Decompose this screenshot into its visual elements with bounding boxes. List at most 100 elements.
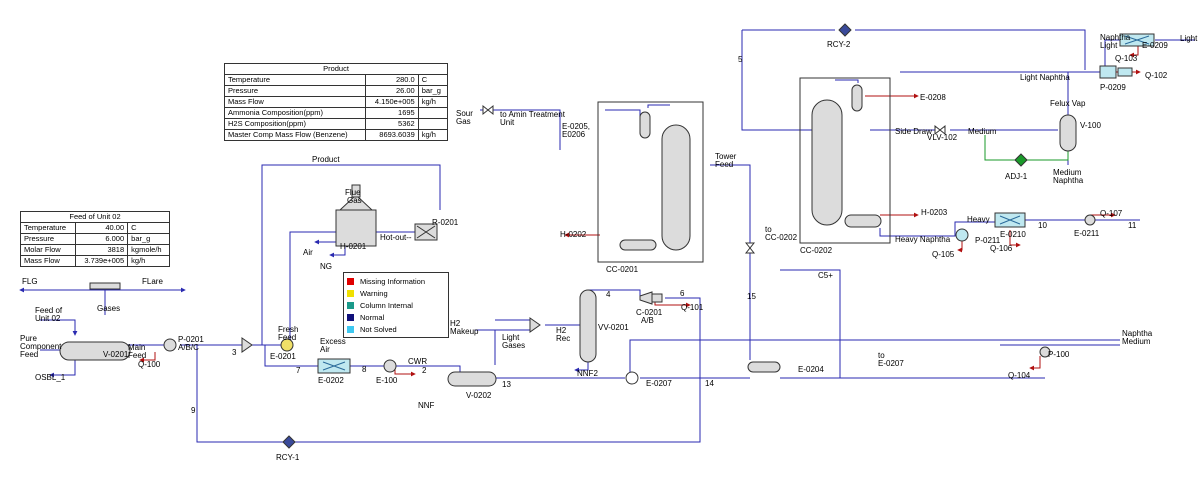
- row-unit: kg/h: [417, 129, 449, 141]
- row-value: 8693.6039: [365, 129, 419, 141]
- label-c0201-2: A/B: [641, 316, 654, 325]
- label-h0203: H-0203: [921, 208, 948, 217]
- label-e0205-2: E0206: [562, 130, 586, 139]
- label-s14: 14: [705, 379, 714, 388]
- label-p0209: P-0209: [1100, 83, 1126, 92]
- row-label: Temperature: [223, 74, 367, 86]
- label-light: Light: [1180, 34, 1198, 43]
- row-unit: kg/h: [127, 255, 170, 267]
- table-row: Master Comp Mass Flow (Benzene) 8693.6039…: [223, 129, 449, 141]
- label-gases: Gases: [97, 304, 120, 313]
- table-row: Mass Flow 3.739e+005 kg/h: [20, 255, 170, 267]
- label-sour-2: Gas: [456, 117, 471, 126]
- label-amin-2: Unit: [500, 118, 515, 127]
- process-flow-diagram: FLG FLare Gases Feed of Unit 02 Pure Com…: [19, 23, 1198, 462]
- label-pure-3: Feed: [20, 350, 38, 359]
- sour-valve: [482, 104, 494, 116]
- row-label: Mass Flow: [223, 96, 367, 108]
- label-q104: Q-104: [1008, 371, 1031, 380]
- label-s3: 3: [232, 348, 237, 357]
- legend-swatch: [347, 313, 354, 321]
- row-unit: bar_g: [417, 85, 449, 97]
- legend-item: Normal: [347, 311, 445, 323]
- row-value: 6.000: [74, 233, 129, 245]
- row-value: 1695: [365, 107, 419, 119]
- label-r0201: R-0201: [432, 218, 459, 227]
- table-row: H2S Composition(ppm) 5362: [223, 118, 449, 130]
- stream-fresh-feed: [289, 231, 340, 340]
- rcy1-recycle: [282, 435, 296, 449]
- label-osbl: OSBL_1: [35, 373, 66, 382]
- label-air: Air: [303, 248, 313, 257]
- row-value: 40.00: [74, 222, 129, 234]
- e0204-exchanger: [747, 361, 781, 373]
- label-s5: 5: [738, 55, 743, 64]
- label-e0208: E-0208: [920, 93, 946, 102]
- label-to-cc-2: CC-0202: [765, 233, 798, 242]
- label-s8: 8: [362, 365, 367, 374]
- label-nnf2: NNF2: [577, 369, 598, 378]
- p0211-pump: [955, 228, 969, 242]
- label-main-feed-2: Feed: [128, 351, 146, 360]
- label-s11: 11: [1128, 221, 1137, 230]
- legend-label: Missing Information: [360, 276, 426, 286]
- row-label: H2S Composition(ppm): [223, 118, 367, 130]
- label-cc0201: CC-0201: [606, 265, 639, 274]
- label-p100: P-100: [1048, 350, 1070, 359]
- label-q101: Q-101: [681, 303, 704, 312]
- label-hot-out: Hot-out--: [380, 233, 412, 242]
- row-value: 3818: [74, 244, 129, 256]
- label-feed-unit02-2: Unit 02: [35, 314, 61, 323]
- label-flare: FLare: [142, 277, 163, 286]
- product-table: Product Temperature 280.0 C Pressure 26.00 b…: [223, 63, 449, 141]
- legend-label: Column Internal: [360, 300, 413, 310]
- label-cwr: CWR: [408, 357, 427, 366]
- label-v0202: V-0202: [466, 391, 492, 400]
- table-row: Temperature 280.0 C: [223, 74, 449, 86]
- label-h2-makeup-2: Makeup: [450, 327, 479, 336]
- row-unit: kgmole/h: [127, 244, 170, 256]
- feed-valve: [744, 242, 756, 254]
- row-unit: C: [417, 74, 449, 86]
- e0207-exchanger: [625, 371, 639, 385]
- rcy2-recycle: [838, 23, 852, 37]
- vv0201-vessel: [579, 289, 597, 363]
- legend-item: Not Solved: [347, 323, 445, 335]
- legend-item: Missing Information: [347, 275, 445, 287]
- label-tower-2: Feed: [715, 160, 733, 169]
- splitter: [529, 317, 541, 333]
- label-s10: 10: [1038, 221, 1047, 230]
- label-flg: FLG: [22, 277, 38, 286]
- label-q106: Q-106: [990, 244, 1013, 253]
- row-label: Molar Flow: [20, 244, 76, 256]
- legend-swatch: [347, 277, 354, 285]
- label-light-naphtha: Light Naphtha: [1020, 73, 1070, 82]
- table-row: Mass Flow 4.150e+005 kg/h: [223, 96, 449, 108]
- stream-to-cc: [780, 269, 841, 379]
- logic-streams: [984, 135, 1069, 161]
- label-e0211: E-0211: [1074, 229, 1100, 238]
- adj1-logic: [1014, 153, 1028, 167]
- label-heavy-naphtha: Heavy Naphtha: [895, 235, 951, 244]
- label-v0201: V-0201: [103, 350, 129, 359]
- legend-label: Not Solved: [360, 324, 397, 334]
- label-vv0201: VV-0201: [598, 323, 629, 332]
- label-q100: Q-100: [138, 360, 161, 369]
- label-e100: E-100: [376, 376, 398, 385]
- row-value: 4.150e+005: [365, 96, 419, 108]
- label-s6: 6: [680, 289, 685, 298]
- label-e0210: E-0210: [1000, 230, 1026, 239]
- label-flue-2: Gas: [347, 196, 362, 205]
- label-to-e0207-2: E-0207: [878, 359, 904, 368]
- label-excess-2: Air: [320, 345, 330, 354]
- label-q107: Q-107: [1100, 209, 1123, 218]
- p0201-pump: [163, 338, 177, 352]
- label-s7: 7: [296, 366, 301, 375]
- label-e0209: E-0209: [1142, 41, 1168, 50]
- label-p0201-2: A/B/C: [178, 343, 199, 352]
- legend-swatch: [347, 289, 354, 297]
- label-s9: 9: [191, 406, 196, 415]
- label-e0204: E-0204: [798, 365, 824, 374]
- label-h0202: H-0202: [560, 230, 587, 239]
- legend-label: Warning: [360, 288, 388, 298]
